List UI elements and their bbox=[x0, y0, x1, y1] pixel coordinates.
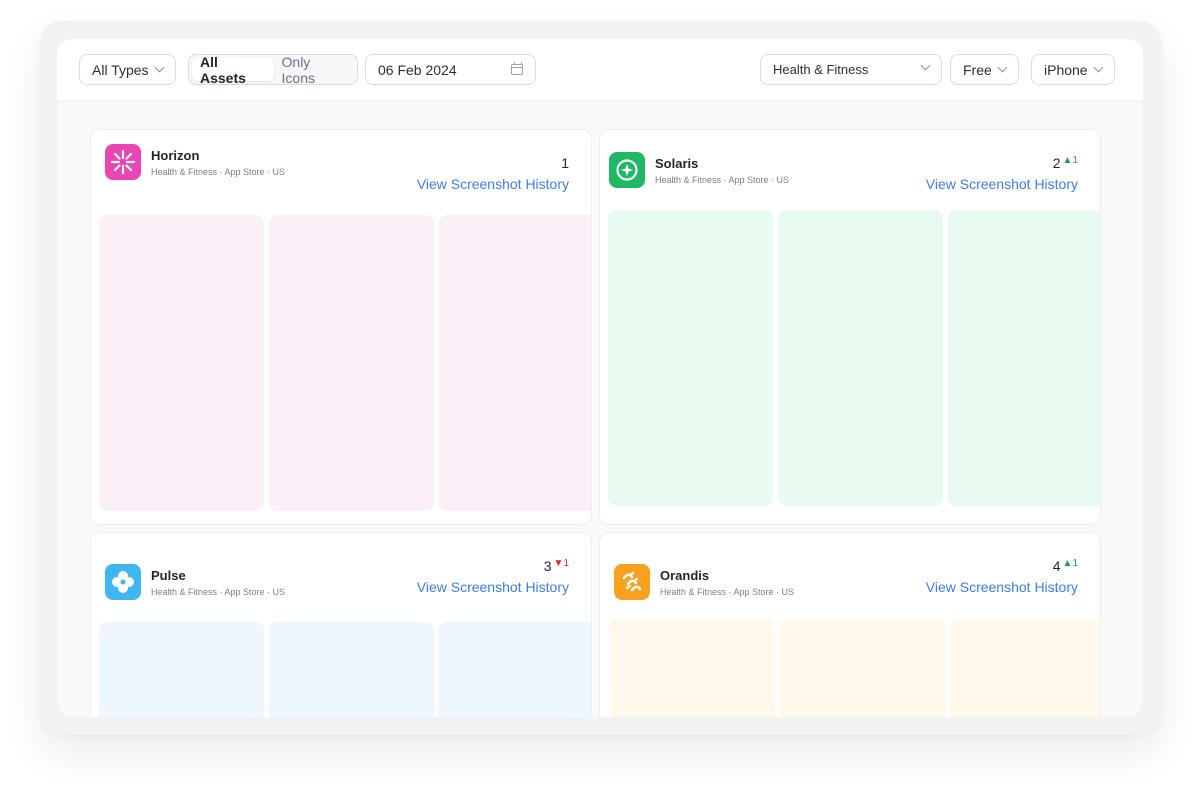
view-history-link[interactable]: View Screenshot History bbox=[926, 176, 1078, 192]
screenshot-placeholder[interactable] bbox=[269, 622, 434, 717]
screenshot-placeholder[interactable] bbox=[269, 215, 434, 511]
rank-change-up: ▲1 bbox=[1062, 558, 1078, 569]
app-panel: All Types All Assets Only Icons 06 Feb 2… bbox=[57, 39, 1143, 717]
screenshot-placeholder[interactable] bbox=[610, 619, 775, 717]
device-value: iPhone bbox=[1044, 61, 1088, 78]
screenshot-placeholder[interactable] bbox=[778, 210, 943, 506]
app-meta: Health & Fitness · App Store · US bbox=[655, 175, 790, 185]
segment-all-assets[interactable]: All Assets bbox=[192, 54, 274, 86]
rank-number: 4 bbox=[1052, 558, 1061, 574]
compass-icon bbox=[609, 152, 645, 188]
screenshot-placeholder[interactable] bbox=[439, 622, 591, 717]
rank-number: 3 bbox=[543, 558, 552, 574]
screenshot-placeholder[interactable] bbox=[439, 215, 591, 511]
screenshot-placeholder[interactable] bbox=[948, 210, 1100, 506]
app-name: Horizon bbox=[151, 148, 200, 163]
app-meta: Health & Fitness · App Store · US bbox=[151, 587, 286, 597]
price-dropdown[interactable]: Free bbox=[950, 54, 1019, 85]
category-value: Health & Fitness bbox=[773, 62, 869, 77]
rank-number: 2 bbox=[1052, 155, 1061, 171]
app-name: Pulse bbox=[151, 568, 186, 583]
rank-change-up: ▲1 bbox=[1062, 155, 1078, 166]
device-dropdown[interactable]: iPhone bbox=[1031, 54, 1115, 85]
app-card: Pulse Health & Fitness · App Store · US … bbox=[90, 532, 592, 717]
type-filter-dropdown[interactable]: All Types bbox=[79, 54, 176, 85]
view-history-link[interactable]: View Screenshot History bbox=[417, 579, 569, 595]
category-dropdown[interactable]: Health & Fitness bbox=[760, 54, 942, 85]
app-card: Solaris Health & Fitness · App Store · U… bbox=[599, 129, 1101, 525]
app-card: Horizon Health & Fitness · App Store · U… bbox=[90, 129, 592, 525]
date-value: 06 Feb 2024 bbox=[378, 61, 457, 78]
rank-value: 1 bbox=[561, 155, 569, 171]
app-meta: Health & Fitness · App Store · US bbox=[151, 167, 286, 177]
rank-change-value: 1 bbox=[1072, 558, 1078, 569]
segment-only-icons[interactable]: Only Icons bbox=[274, 54, 354, 86]
app-name: Orandis bbox=[660, 568, 710, 583]
screenshot-placeholder[interactable] bbox=[99, 622, 264, 717]
screenshot-placeholder[interactable] bbox=[608, 210, 773, 506]
price-value: Free bbox=[963, 61, 992, 78]
view-history-link[interactable]: View Screenshot History bbox=[417, 176, 569, 192]
screenshot-placeholder[interactable] bbox=[99, 215, 264, 511]
dna-icon bbox=[614, 564, 650, 600]
filter-toolbar: All Types All Assets Only Icons 06 Feb 2… bbox=[57, 39, 1143, 101]
screenshot-placeholder[interactable] bbox=[780, 619, 945, 717]
calendar-icon bbox=[511, 62, 523, 75]
rank-value: 2 ▲1 bbox=[1053, 155, 1078, 171]
type-filter-label: All Types bbox=[92, 61, 149, 78]
chevron-down-icon bbox=[997, 62, 1008, 73]
rank-number: 1 bbox=[561, 155, 569, 171]
view-history-link[interactable]: View Screenshot History bbox=[926, 579, 1078, 595]
clover-icon bbox=[105, 564, 141, 600]
flower-icon bbox=[105, 144, 141, 180]
chevron-down-icon bbox=[1093, 62, 1104, 73]
app-meta: Health & Fitness · App Store · US bbox=[660, 587, 795, 597]
asset-segmented-control: All Assets Only Icons bbox=[188, 54, 358, 86]
app-name: Solaris bbox=[655, 156, 699, 171]
chevron-down-icon bbox=[154, 62, 164, 73]
date-picker[interactable]: 06 Feb 2024 bbox=[365, 54, 536, 85]
rank-change-value: 1 bbox=[1072, 155, 1078, 166]
rank-value: 3 ▼1 bbox=[544, 558, 569, 574]
rank-change-value: 1 bbox=[563, 558, 569, 569]
results-area: Horizon Health & Fitness · App Store · U… bbox=[57, 101, 1143, 717]
rank-value: 4 ▲1 bbox=[1053, 558, 1078, 574]
chevron-down-icon bbox=[920, 60, 931, 71]
screenshot-placeholder[interactable] bbox=[950, 619, 1100, 717]
rank-change-down: ▼1 bbox=[553, 558, 569, 569]
app-card: Orandis Health & Fitness · App Store · U… bbox=[599, 532, 1101, 717]
